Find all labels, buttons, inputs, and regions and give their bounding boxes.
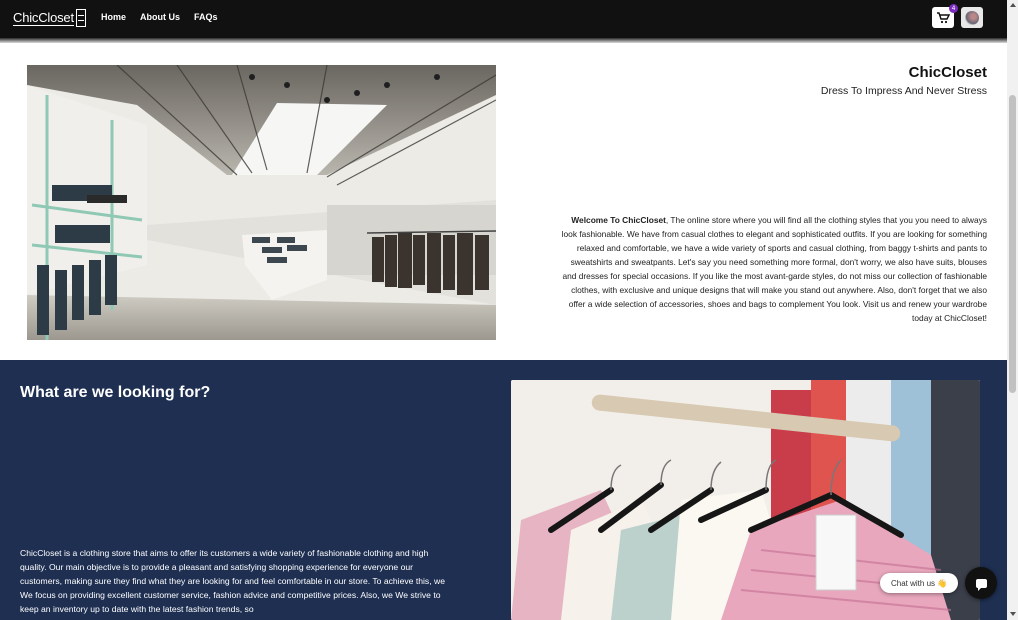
wave-emoji-icon: 👋: [937, 578, 947, 588]
chat-with-us-button[interactable]: Chat with us 👋: [880, 573, 958, 593]
scrollbar-thumb[interactable]: [1009, 95, 1016, 393]
welcome-lead: Welcome To ChicCloset: [571, 215, 666, 225]
cart-button[interactable]: 4: [932, 4, 958, 28]
mission-title: What are we looking for?: [20, 384, 211, 401]
brand-tagline: Dress To Impress And Never Stress: [820, 85, 987, 97]
user-avatar[interactable]: [961, 7, 983, 28]
nav-link-faqs[interactable]: FAQs: [194, 12, 218, 22]
chat-launcher-button[interactable]: [965, 567, 997, 599]
scroll-up-arrow-icon[interactable]: [1010, 3, 1016, 7]
avatar-image: [965, 11, 979, 25]
nav-link-home[interactable]: Home: [101, 12, 126, 22]
logo[interactable]: ChicCloset: [13, 7, 86, 29]
welcome-paragraph: Welcome To ChicCloset, The online store …: [560, 213, 987, 325]
chat-bubble-icon: [975, 578, 987, 591]
cart-icon: [937, 11, 950, 23]
brand-title: ChicCloset: [908, 64, 987, 81]
nav-link-about-us[interactable]: About Us: [140, 12, 180, 22]
navbar: ChicCloset Home About Us FAQs 4: [0, 0, 1007, 38]
logo-text: ChicCloset: [13, 9, 74, 26]
page: ChicCloset Home About Us FAQs 4 ChicClos…: [0, 0, 1007, 620]
chat-label: Chat with us: [891, 578, 936, 588]
scroll-down-arrow-icon[interactable]: [1010, 612, 1016, 616]
navbar-divider: [0, 38, 1007, 43]
page-scrollbar[interactable]: [1007, 0, 1018, 620]
mission-body: ChicCloset is a clothing store that aims…: [20, 548, 445, 614]
cart-count-badge: 4: [949, 4, 958, 13]
nav-links: Home About Us FAQs: [101, 12, 232, 22]
welcome-body: , The online store where you will find a…: [561, 215, 987, 323]
store-interior-illustration: [27, 65, 496, 340]
store-interior-photo: [27, 65, 496, 340]
closet-logo-icon: [75, 9, 86, 27]
